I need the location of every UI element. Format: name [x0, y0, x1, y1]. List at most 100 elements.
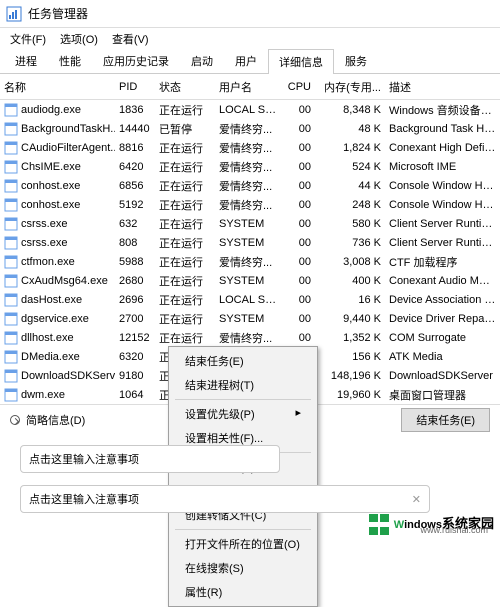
col-cpu[interactable]: CPU — [283, 81, 315, 93]
context-item[interactable]: 结束任务(E) — [171, 349, 315, 373]
table-row[interactable]: dgservice.exe2700正在运行SYSTEM009,440 KDevi… — [0, 309, 500, 328]
cell-status: 正在运行 — [155, 235, 215, 251]
table-row[interactable]: CAudioFilterAgent...8816正在运行爱情终穷...001,8… — [0, 138, 500, 157]
cell-desc: Client Server Runtime ... — [385, 218, 500, 230]
process-icon — [4, 293, 18, 307]
cell-desc: Client Server Runtime ... — [385, 237, 500, 249]
process-icon — [4, 103, 18, 117]
table-row[interactable]: CxAudMsg64.exe2680正在运行SYSTEM00400 KConex… — [0, 271, 500, 290]
tab-3[interactable]: 启动 — [180, 48, 224, 73]
end-task-button[interactable]: 结束任务(E) — [401, 408, 490, 432]
cell-mem: 156 K — [315, 351, 385, 363]
cell-user: 爱情终穷... — [215, 140, 283, 156]
menu-options[interactable]: 选项(O) — [54, 29, 104, 49]
table-row[interactable]: conhost.exe5192正在运行爱情终穷...00248 KConsole… — [0, 195, 500, 214]
table-row[interactable]: dllhost.exe12152正在运行爱情终穷...001,352 KCOM … — [0, 328, 500, 347]
cell-user: SYSTEM — [215, 275, 283, 287]
cell-cpu: 00 — [283, 161, 315, 173]
context-item[interactable]: 在线搜索(S) — [171, 556, 315, 580]
menubar: 文件(F) 选项(O) 查看(V) — [0, 28, 500, 50]
col-name[interactable]: 名称 — [0, 79, 115, 95]
cell-status: 正在运行 — [155, 254, 215, 270]
cell-pid: 808 — [115, 237, 155, 249]
cell-pid: 1064 — [115, 389, 155, 401]
menu-file[interactable]: 文件(F) — [4, 29, 52, 49]
process-name: audiodg.exe — [21, 104, 81, 116]
cell-desc: Conexant High Definit... — [385, 142, 500, 154]
process-name: CAudioFilterAgent... — [21, 142, 115, 154]
process-name: csrss.exe — [21, 237, 67, 249]
process-name: dllhost.exe — [21, 332, 74, 344]
process-icon — [4, 179, 18, 193]
cell-mem: 248 K — [315, 199, 385, 211]
cell-user: 爱情终穷... — [215, 159, 283, 175]
cell-pid: 9180 — [115, 370, 155, 382]
context-item[interactable]: 属性(R) — [171, 580, 315, 604]
cell-status: 正在运行 — [155, 292, 215, 308]
process-icon — [4, 369, 18, 383]
table-row[interactable]: BackgroundTaskH...14440已暂停爱情终穷...0048 KB… — [0, 119, 500, 138]
column-headers: 名称 PID 状态 用户名 CPU 内存(专用... 描述 — [0, 74, 500, 100]
cell-pid: 5988 — [115, 256, 155, 268]
col-pid[interactable]: PID — [115, 81, 155, 93]
context-item[interactable]: 设置优先级(P)▸ — [171, 402, 315, 426]
col-mem[interactable]: 内存(专用... — [315, 79, 385, 95]
cell-desc: Device Driver Repair ... — [385, 313, 500, 325]
cell-user: 爱情终穷... — [215, 330, 283, 346]
tab-5[interactable]: 详细信息 — [268, 49, 334, 74]
process-icon — [4, 160, 18, 174]
process-icon — [4, 198, 18, 212]
table-row[interactable]: csrss.exe632正在运行SYSTEM00580 KClient Serv… — [0, 214, 500, 233]
process-icon — [4, 274, 18, 288]
table-row[interactable]: dasHost.exe2696正在运行LOCAL SE...0016 KDevi… — [0, 290, 500, 309]
context-menu: 结束任务(E)结束进程树(T)设置优先级(P)▸设置相关性(F)...分析等待链… — [168, 346, 318, 607]
cell-user: SYSTEM — [215, 313, 283, 325]
process-icon — [4, 217, 18, 231]
process-icon — [4, 388, 18, 402]
cell-cpu: 00 — [283, 104, 315, 116]
table-row[interactable]: audiodg.exe1836正在运行LOCAL SE...008,348 KW… — [0, 100, 500, 119]
cell-mem: 44 K — [315, 180, 385, 192]
cell-pid: 632 — [115, 218, 155, 230]
cell-cpu: 00 — [283, 123, 315, 135]
col-user[interactable]: 用户名 — [215, 79, 283, 95]
cell-mem: 580 K — [315, 218, 385, 230]
tab-4[interactable]: 用户 — [224, 48, 268, 73]
table-row[interactable]: conhost.exe6856正在运行爱情终穷...0044 KConsole … — [0, 176, 500, 195]
close-icon[interactable]: ✕ — [402, 493, 421, 506]
brief-info[interactable]: 简略信息(D) — [26, 412, 85, 428]
process-icon — [4, 350, 18, 364]
table-row[interactable]: ChsIME.exe6420正在运行爱情终穷...00524 KMicrosof… — [0, 157, 500, 176]
tab-2[interactable]: 应用历史记录 — [92, 48, 180, 73]
tab-6[interactable]: 服务 — [334, 48, 378, 73]
watermark: Windows系统家园 www.ruishai.com — [368, 512, 494, 533]
note-input-2[interactable]: 点击这里输入注意事项 ✕ — [20, 485, 430, 513]
tab-0[interactable]: 进程 — [4, 48, 48, 73]
col-desc[interactable]: 描述 — [385, 79, 500, 95]
cell-mem: 148,196 K — [315, 370, 385, 382]
process-icon — [4, 312, 18, 326]
cell-status: 正在运行 — [155, 140, 215, 156]
expand-icon[interactable] — [10, 415, 20, 425]
process-name: CxAudMsg64.exe — [21, 275, 108, 287]
cell-desc: DownloadSDKServer — [385, 370, 500, 382]
cell-cpu: 00 — [283, 237, 315, 249]
note-placeholder: 点击这里输入注意事项 — [29, 491, 139, 507]
process-icon — [4, 331, 18, 345]
cell-status: 正在运行 — [155, 330, 215, 346]
tab-1[interactable]: 性能 — [48, 48, 92, 73]
cell-desc: Console Window Host — [385, 199, 500, 211]
menu-view[interactable]: 查看(V) — [106, 29, 155, 49]
cell-pid: 5192 — [115, 199, 155, 211]
table-row[interactable]: ctfmon.exe5988正在运行爱情终穷...003,008 KCTF 加载… — [0, 252, 500, 271]
cell-pid: 6420 — [115, 161, 155, 173]
table-row[interactable]: csrss.exe808正在运行SYSTEM00736 KClient Serv… — [0, 233, 500, 252]
cell-desc: 桌面窗口管理器 — [385, 387, 500, 403]
col-status[interactable]: 状态 — [155, 79, 215, 95]
note-input-1[interactable]: 点击这里输入注意事项 — [20, 445, 280, 473]
context-item[interactable]: 打开文件所在的位置(O) — [171, 532, 315, 556]
cell-user: SYSTEM — [215, 218, 283, 230]
context-item[interactable]: 结束进程树(T) — [171, 373, 315, 397]
cell-cpu: 00 — [283, 199, 315, 211]
process-name: dasHost.exe — [21, 294, 82, 306]
